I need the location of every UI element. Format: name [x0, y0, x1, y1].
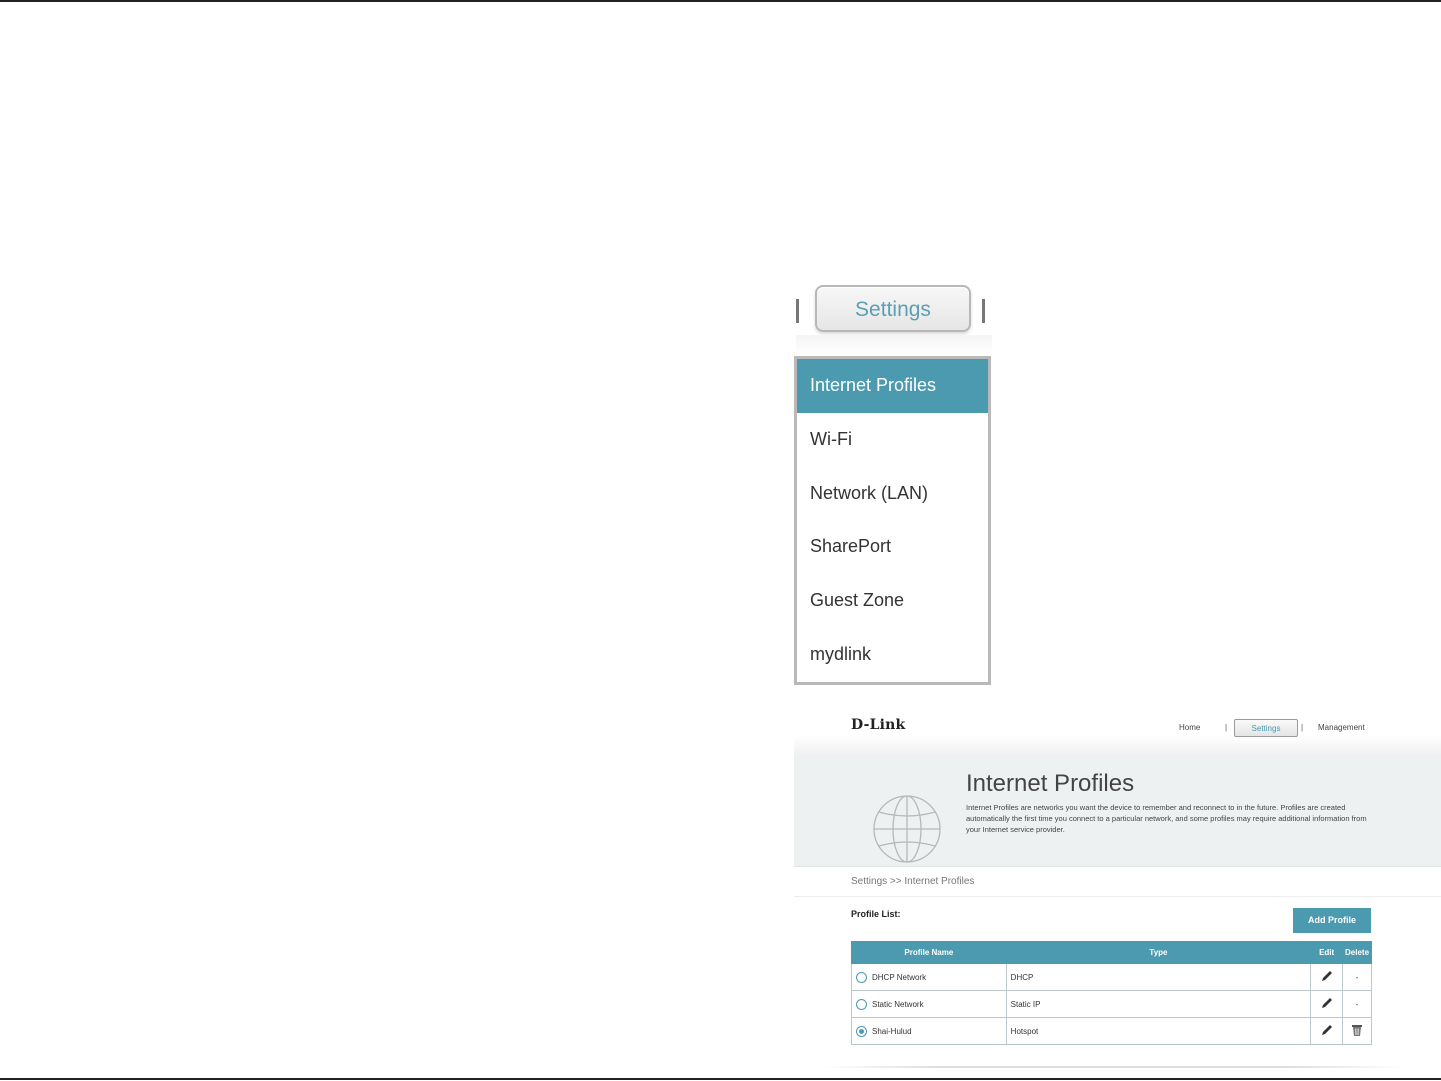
internet-profiles-page: D-Link Home | Settings | Management Inte… [794, 706, 1441, 1071]
breadcrumb: Settings >> Internet Profiles [851, 876, 975, 887]
header-delete: Delete [1342, 941, 1372, 964]
delete-cell [1342, 1017, 1372, 1045]
nav-management-link[interactable]: Management [1318, 719, 1365, 737]
zoomed-top-nav: Settings [796, 285, 992, 335]
table-header-row: Profile Name Type Edit Delete [851, 941, 1372, 964]
pencil-icon[interactable] [1320, 969, 1334, 983]
radio-icon[interactable] [856, 998, 867, 1010]
radio-icon[interactable] [856, 1025, 867, 1037]
header-type: Type [1005, 941, 1312, 964]
profile-name: Shai-Hulud [872, 1026, 912, 1036]
page-description: Internet Profiles are networks you want … [966, 803, 1367, 834]
settings-tab[interactable]: Settings [815, 285, 971, 332]
add-profile-button[interactable]: Add Profile [1293, 908, 1371, 933]
menu-item-wifi[interactable]: Wi-Fi [797, 413, 988, 467]
menu-item-internet-profiles[interactable]: Internet Profiles [797, 359, 988, 413]
edit-cell [1310, 963, 1344, 991]
page-title: Internet Profiles [966, 770, 1135, 797]
profile-type: DHCP [1005, 963, 1312, 991]
delete-cell: - [1342, 990, 1372, 1018]
edit-cell [1310, 1017, 1344, 1045]
table-row: Static Network Static IP - [851, 990, 1372, 1018]
page-top-rule [0, 0, 1441, 2]
menu-item-shareport[interactable]: SharePort [797, 520, 988, 574]
header-bar: D-Link Home | Settings | Management [794, 706, 1441, 757]
profile-type: Hotspot [1005, 1017, 1312, 1045]
table-row: Shai-Hulud Hotspot [851, 1017, 1372, 1045]
globe-icon [873, 795, 941, 863]
divider [794, 896, 1441, 897]
page-banner: Internet Profiles Internet Profiles are … [794, 756, 1441, 867]
edit-cell [1310, 990, 1344, 1018]
trash-icon[interactable] [1351, 1024, 1363, 1037]
profile-list-label: Profile List: [851, 909, 901, 919]
page-bottom-rule [0, 1078, 1441, 1080]
nav-shadow [796, 335, 992, 357]
dlink-logo: D-Link [851, 717, 906, 733]
nav-separator: | [1225, 723, 1228, 732]
delete-cell: - [1342, 963, 1372, 991]
nav-separator [982, 299, 985, 323]
profile-name: DHCP Network [872, 972, 927, 982]
settings-dropdown-menu: Internet Profiles Wi-Fi Network (LAN) Sh… [794, 356, 991, 685]
profile-table: Profile Name Type Edit Delete DHCP Netwo… [851, 941, 1372, 1045]
footer-divider [823, 1066, 1403, 1068]
nav-separator: | [1301, 723, 1304, 732]
menu-item-mydlink[interactable]: mydlink [797, 628, 988, 682]
profile-name: Static Network [872, 999, 924, 1009]
nav-settings-tab[interactable]: Settings [1234, 719, 1298, 737]
nav-home-link[interactable]: Home [1179, 719, 1200, 737]
nav-separator [796, 299, 799, 323]
header-edit: Edit [1310, 941, 1344, 964]
profile-name-cell: DHCP Network [851, 963, 1007, 991]
profile-type: Static IP [1005, 990, 1312, 1018]
profile-name-cell: Static Network [851, 990, 1007, 1018]
pencil-icon[interactable] [1320, 1023, 1334, 1037]
radio-icon[interactable] [856, 971, 867, 983]
table-row: DHCP Network DHCP - [851, 963, 1372, 991]
header-profile-name: Profile Name [851, 941, 1007, 964]
menu-item-network-lan[interactable]: Network (LAN) [797, 467, 988, 521]
profile-name-cell: Shai-Hulud [851, 1017, 1007, 1045]
menu-item-guest-zone[interactable]: Guest Zone [797, 574, 988, 628]
pencil-icon[interactable] [1320, 996, 1334, 1010]
